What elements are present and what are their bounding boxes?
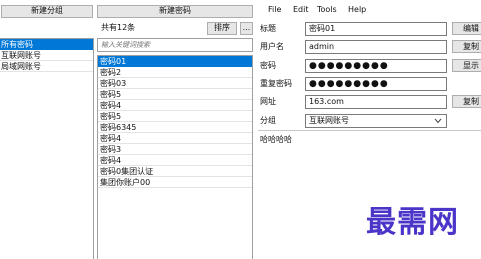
password-item[interactable]: 密码3 — [98, 144, 252, 155]
group-item-internet[interactable]: 互联网账号 — [0, 50, 93, 61]
password-item[interactable]: 密码2 — [98, 67, 252, 78]
menu-help[interactable]: Help — [348, 4, 366, 16]
password-item[interactable]: 密码0集团认证 — [98, 166, 252, 177]
more-button[interactable]: ... — [240, 22, 253, 35]
password-list: 密码01 密码2 密码03 密码5 密码4 密码5 密码6345 密码4 密码3… — [97, 55, 253, 259]
group-select-value: 互联网账号 — [309, 116, 349, 125]
copy-username-button[interactable]: 复制 — [452, 40, 481, 53]
repeat-password-label: 重复密码 — [260, 79, 292, 88]
chevron-down-icon — [434, 116, 442, 128]
menu-file[interactable]: File — [268, 4, 281, 16]
password-label: 密码 — [260, 61, 276, 70]
group-select[interactable]: 互联网账号 — [305, 114, 447, 128]
menu-tools[interactable]: Tools — [317, 4, 337, 16]
new-group-button[interactable]: 新建分组 — [1, 5, 93, 18]
group-item-lan[interactable]: 局域网账号 — [0, 61, 93, 72]
copy-url-button[interactable]: 复制 — [452, 95, 481, 108]
password-item[interactable]: 密码4 — [98, 100, 252, 111]
search-input[interactable] — [97, 38, 253, 52]
password-item[interactable]: 集团你账户00 — [98, 177, 252, 188]
username-label: 用户名 — [260, 42, 284, 51]
password-item[interactable]: 密码03 — [98, 78, 252, 89]
url-field[interactable]: 163.com — [305, 95, 447, 109]
group-label: 分组 — [260, 116, 276, 125]
show-password-button[interactable]: 显示 — [452, 59, 481, 72]
new-password-button[interactable]: 新建密码 — [97, 5, 253, 18]
password-item[interactable]: 密码4 — [98, 133, 252, 144]
menu-edit[interactable]: Edit — [293, 4, 309, 16]
password-item[interactable]: 密码5 — [98, 111, 252, 122]
username-field[interactable]: admin — [305, 40, 447, 54]
repeat-password-field[interactable]: ●●●●●●●●● — [305, 77, 447, 91]
url-label: 网址 — [260, 97, 276, 106]
group-item-all[interactable]: 所有密码 — [0, 39, 93, 50]
password-item[interactable]: 密码01 — [98, 56, 252, 67]
password-item[interactable]: 密码6345 — [98, 122, 252, 133]
password-field[interactable]: ●●●●●●●●● — [305, 59, 447, 73]
title-field[interactable]: 密码01 — [305, 22, 447, 36]
edit-button[interactable]: 编辑 — [452, 22, 481, 35]
password-item[interactable]: 密码4 — [98, 155, 252, 166]
title-label: 标题 — [260, 24, 276, 33]
password-item[interactable]: 密码5 — [98, 89, 252, 100]
count-label: 共有12条 — [101, 23, 136, 32]
group-list: 所有密码 互联网账号 局域网账号 — [0, 38, 94, 259]
sort-button[interactable]: 排序 — [207, 22, 237, 35]
notes-text: 哈哈哈哈 — [260, 135, 292, 144]
watermark: 最需网 — [366, 205, 459, 240]
